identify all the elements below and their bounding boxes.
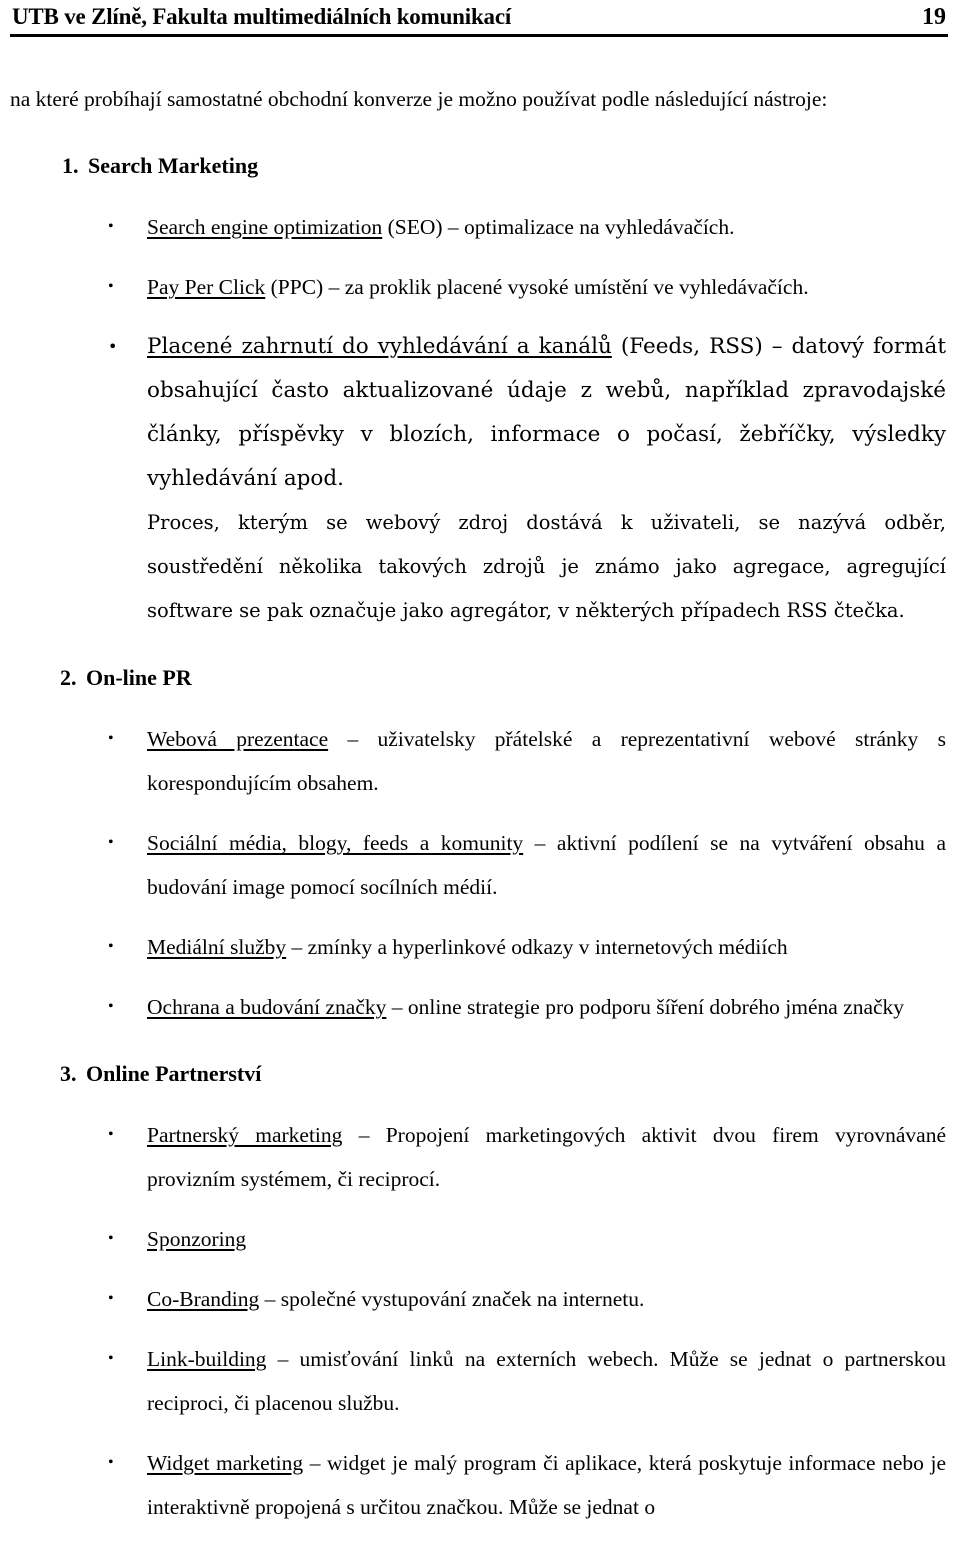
section-heading-2: 2. On-line PR: [10, 665, 948, 691]
section-number-2: 2.: [60, 665, 77, 690]
section-title-2: On-line PR: [86, 665, 192, 690]
list-item: Mediální služby – zmínky a hyperlinkové …: [10, 925, 948, 969]
bullet-term: Widget marketing: [147, 1451, 304, 1475]
page-header: UTB ve Zlíně, Fakulta multimediálních ko…: [10, 0, 948, 37]
bullet-term: Link-building: [147, 1347, 267, 1371]
list-item: Pay Per Click (PPC) – za proklik placené…: [10, 265, 948, 309]
document-page: UTB ve Zlíně, Fakulta multimediálních ko…: [0, 0, 960, 1543]
bullet-text: – online strategie pro podporu šíření do…: [386, 995, 905, 1019]
bullet-term: Pay Per Click: [147, 275, 266, 299]
list-item: Sponzoring: [10, 1217, 948, 1261]
page-number: 19: [922, 4, 946, 30]
section-heading-1: 1. Search Marketing: [10, 153, 948, 179]
bullet-text: – umisťování linků na externích webech. …: [147, 1347, 946, 1415]
bullet-term: Ochrana a budování značky: [147, 995, 387, 1019]
bullet-term: Search engine optimization: [147, 215, 383, 239]
bullet-list-2: Webová prezentace – uživatelsky přátelsk…: [10, 717, 948, 1029]
bullet-text: – společné vystupování značek na interne…: [259, 1287, 645, 1311]
bullet-list-3: Partnerský marketing – Propojení marketi…: [10, 1113, 948, 1529]
list-item: Ochrana a budování značky – online strat…: [10, 985, 948, 1029]
bullet-term: Placené zahrnutí do vyhledávání a kanálů: [147, 334, 612, 359]
section-heading-3: 3. Online Partnerství: [10, 1061, 948, 1087]
list-item: Webová prezentace – uživatelsky přátelsk…: [10, 717, 948, 805]
section-number-1: 1.: [62, 153, 79, 178]
bullet-term: Mediální služby: [147, 935, 287, 959]
bullet-term: Sociální média, blogy, feeds a komunity: [147, 831, 524, 855]
list-item: Placené zahrnutí do vyhledávání a kanálů…: [10, 325, 948, 633]
list-item: Search engine optimization (SEO) – optim…: [10, 205, 948, 249]
list-item: Co-Branding – společné vystupování znače…: [10, 1277, 948, 1321]
bullet-term: Sponzoring: [147, 1227, 247, 1251]
section-number-3: 3.: [60, 1061, 77, 1086]
bullet-text: (SEO) – optimalizace na vyhledávačích.: [382, 215, 735, 239]
bullet-text: – zmínky a hyperlinkové odkazy v interne…: [286, 935, 788, 959]
list-item: Partnerský marketing – Propojení marketi…: [10, 1113, 948, 1201]
section-title-3: Online Partnerství: [86, 1061, 262, 1086]
intro-paragraph: na které probíhají samostatné obchodní k…: [10, 87, 828, 111]
bullet-term: Partnerský marketing: [147, 1123, 343, 1147]
section-title-1: Search Marketing: [88, 153, 259, 178]
bullet-text: (PPC) – za proklik placené vysoké umístě…: [265, 275, 809, 299]
bullet-continuation: Proces, kterým se webový zdroj dostává k…: [147, 511, 946, 622]
header-title: UTB ve Zlíně, Fakulta multimediálních ko…: [12, 4, 512, 29]
bullet-list-1: Search engine optimization (SEO) – optim…: [10, 205, 948, 633]
bullet-term: Co-Branding: [147, 1287, 260, 1311]
list-item: Link-building – umisťování linků na exte…: [10, 1337, 948, 1425]
bullet-term: Webová prezentace: [147, 727, 329, 751]
list-item: Widget marketing – widget je malý progra…: [10, 1441, 948, 1529]
list-item: Sociální média, blogy, feeds a komunity …: [10, 821, 948, 909]
